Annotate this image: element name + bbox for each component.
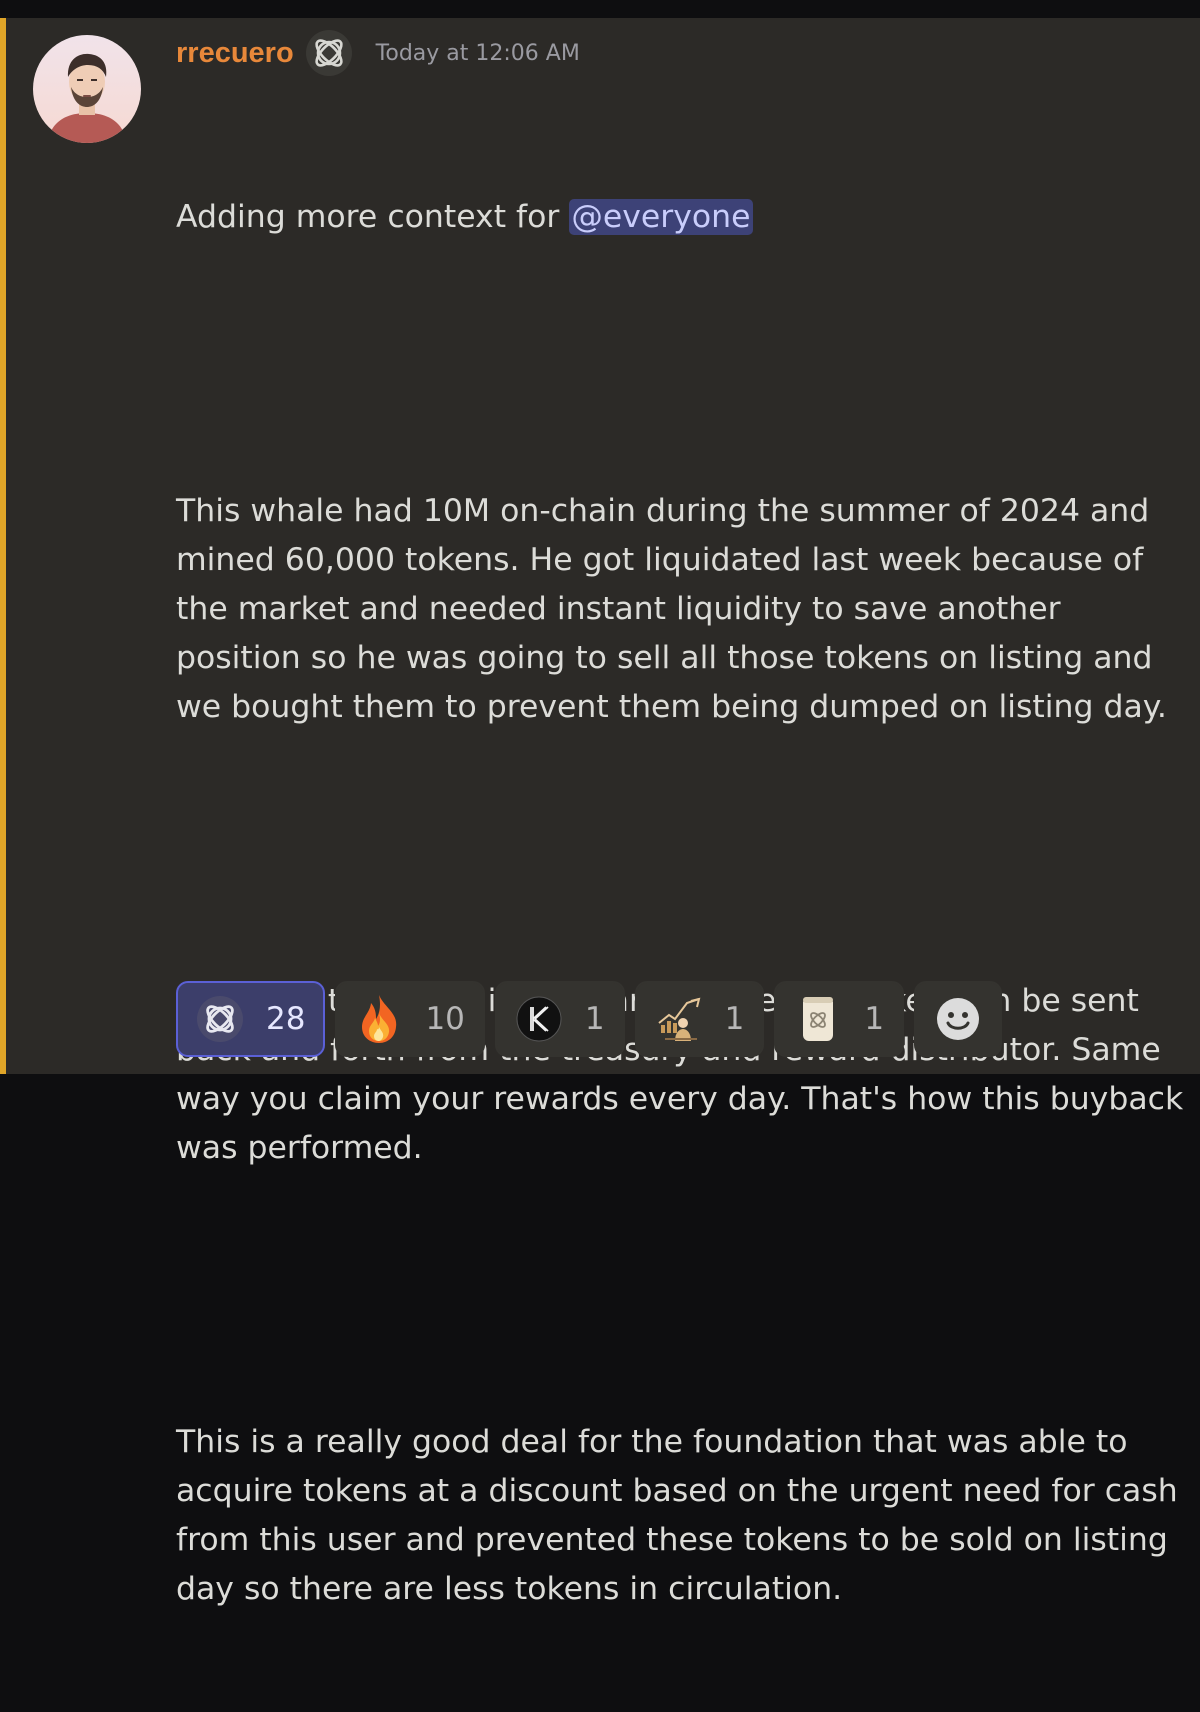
k-logo-emoji-icon: [513, 993, 565, 1045]
reaction-knot-logo[interactable]: 28: [176, 981, 326, 1057]
chart-figure-emoji-icon: [653, 993, 705, 1045]
reactions-bar: 28 10 1 1 1: [176, 981, 1003, 1057]
username[interactable]: rrecuero: [176, 37, 294, 70]
fire-emoji-icon: [353, 993, 405, 1045]
message-paragraph-4: This is a really good deal for the found…: [176, 1424, 1188, 1607]
reaction-count: 1: [724, 1001, 745, 1037]
smiley-face-icon: [932, 993, 984, 1045]
everyone-mention[interactable]: @everyone: [569, 199, 753, 235]
knot-logo-icon[interactable]: [304, 28, 354, 78]
reaction-count: 28: [266, 1001, 306, 1037]
reaction-cup-logo[interactable]: 1: [774, 981, 905, 1057]
reaction-k-logo[interactable]: 1: [494, 981, 625, 1057]
avatar[interactable]: [33, 35, 141, 143]
reaction-count: 1: [864, 1001, 885, 1037]
message-paragraph-1: Adding more context for @everyone: [176, 193, 1186, 242]
message-container: rrecuero Today at 12:06 AM Adding more c…: [0, 18, 1200, 1607]
message-text: Adding more context for: [176, 199, 570, 235]
reaction-count: 10: [425, 1001, 465, 1037]
mention-highlight-bar: [0, 18, 6, 1074]
reaction-fire[interactable]: 10: [335, 981, 485, 1057]
timestamp: Today at 12:06 AM: [375, 40, 580, 66]
reaction-count: 1: [584, 1001, 605, 1037]
message-header: rrecuero Today at 12:06 AM: [176, 30, 580, 76]
cup-logo-emoji-icon: [792, 993, 844, 1045]
message-body: Adding more context for @everyone This w…: [176, 95, 1186, 1712]
reaction-chart-figure[interactable]: 1: [634, 981, 765, 1057]
message-paragraph-2: This whale had 10M on-chain during the s…: [176, 493, 1167, 725]
add-reaction-button[interactable]: [914, 981, 1003, 1057]
knot-logo-emoji-icon: [194, 993, 246, 1045]
